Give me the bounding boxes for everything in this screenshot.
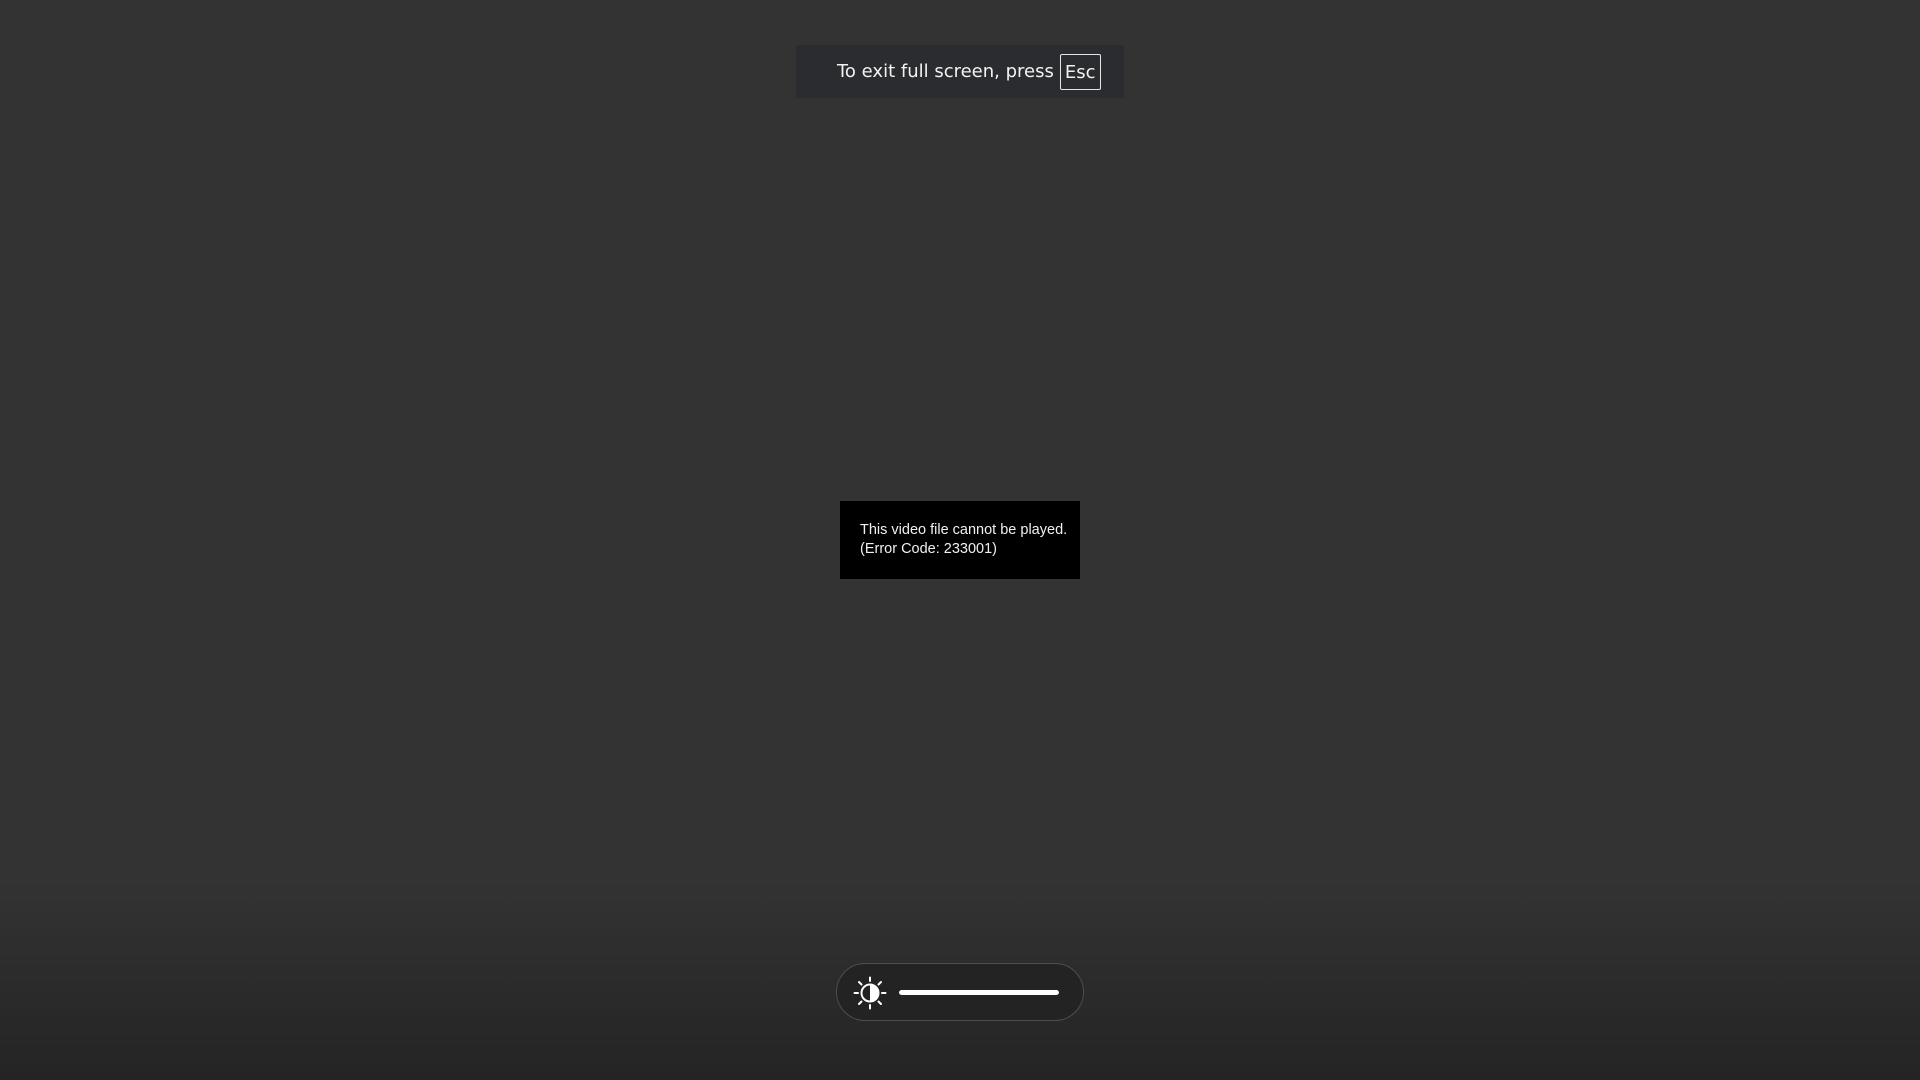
brightness-slider-fill: [899, 990, 1059, 995]
video-error-code: (Error Code: 233001): [860, 541, 998, 557]
video-error-text: This video file cannot be played.: [860, 522, 1068, 538]
video-error-message: This video file cannot be played. (Error…: [840, 501, 1080, 579]
brightness-slider: [899, 990, 1059, 995]
exit-fullscreen-message: To exit full screen, press: [837, 61, 1054, 82]
brightness-osd: [836, 963, 1084, 1021]
fullscreen-video-stage: To exit full screen, press Esc This vide…: [0, 0, 1920, 1080]
exit-fullscreen-banner: To exit full screen, press Esc: [796, 45, 1124, 98]
esc-key-hint: Esc: [1059, 53, 1101, 90]
brightness-icon: [853, 976, 887, 1010]
